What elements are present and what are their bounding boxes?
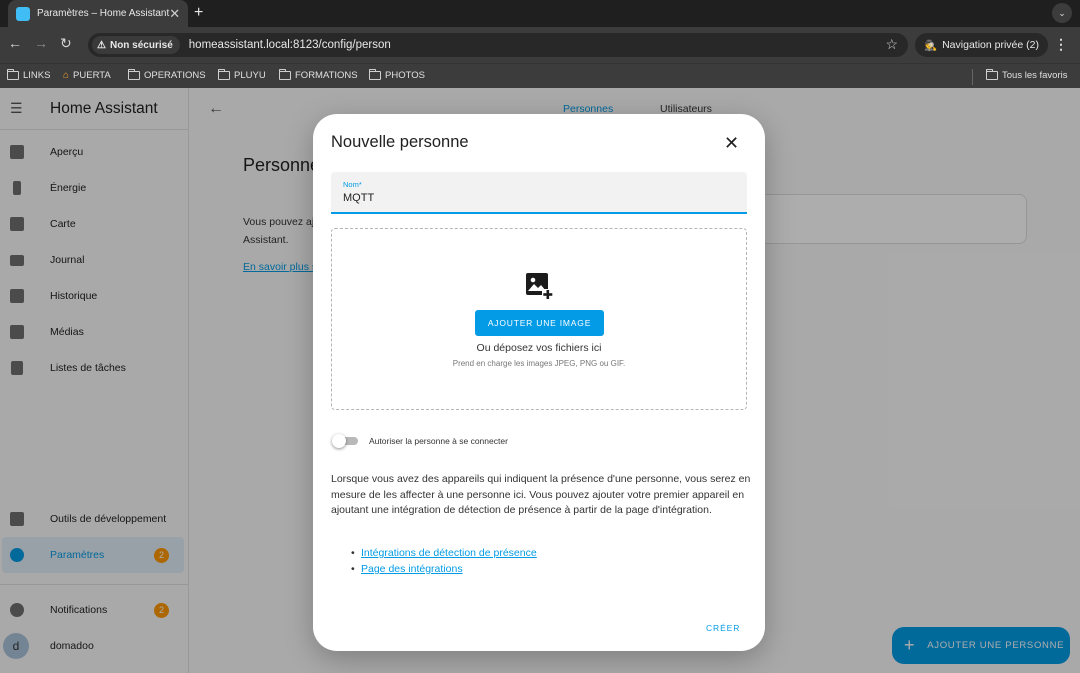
tab-title: Paramètres – Home Assistant	[37, 8, 170, 19]
new-person-dialog: Nouvelle personne ✕ Nom* MQTT AJOUTER UN…	[313, 114, 765, 651]
folder-icon	[986, 69, 998, 80]
allow-login-toggle[interactable]	[332, 434, 358, 448]
close-tab-icon[interactable]: ✕	[169, 6, 180, 22]
url-text[interactable]: homeassistant.local:8123/config/person	[189, 39, 391, 51]
bookmark-photos[interactable]: PHOTOS	[369, 69, 425, 81]
folder-icon	[279, 69, 291, 80]
browser-tab[interactable]: Paramètres – Home Assistant ✕	[8, 0, 188, 27]
browser-toolbar: ← → ↻ ⚠ Non sécurisé homeassistant.local…	[0, 27, 1080, 63]
toggle-knob	[332, 434, 346, 448]
name-field-label: Nom*	[343, 180, 362, 189]
folder-icon	[7, 69, 19, 80]
list-item: Page des intégrations	[351, 561, 537, 577]
bookmark-operations[interactable]: OPERATIONS	[128, 69, 206, 81]
security-indicator[interactable]: ⚠ Non sécurisé	[92, 36, 180, 54]
image-dropzone[interactable]: AJOUTER UNE IMAGE Ou déposez vos fichier…	[331, 228, 747, 410]
bookmark-links[interactable]: LINKS	[7, 69, 50, 81]
new-tab-icon[interactable]: +	[194, 4, 203, 22]
presence-info-text: Lorsque vous avez des appareils qui indi…	[331, 473, 751, 517]
supported-formats-text: Prend en charge les images JPEG, PNG ou …	[452, 359, 626, 368]
allow-login-label: Autoriser la personne à se connecter	[369, 436, 508, 446]
incognito-icon: 🕵	[924, 39, 938, 52]
integration-links: Intégrations de détection de présence Pa…	[351, 545, 537, 577]
presence-integrations-link[interactable]: Intégrations de détection de présence	[361, 547, 537, 559]
bookmarks-divider	[972, 69, 973, 85]
name-field-value[interactable]: MQTT	[343, 192, 374, 204]
address-bar[interactable]: ⚠ Non sécurisé homeassistant.local:8123/…	[88, 33, 908, 57]
folder-icon	[218, 69, 230, 80]
integrations-page-link[interactable]: Page des intégrations	[361, 563, 463, 575]
browser-tab-bar: Paramètres – Home Assistant ✕ + ⌄	[0, 0, 1080, 27]
folder-icon	[128, 69, 140, 80]
dialog-title: Nouvelle personne	[331, 133, 469, 151]
insecure-label: Non sécurisé	[109, 39, 173, 51]
drop-text: Ou déposez vos fichiers ici	[476, 342, 602, 354]
tab-search-icon[interactable]: ⌄	[1052, 3, 1072, 23]
bookmark-pluyu[interactable]: PLUYU	[218, 69, 266, 81]
folder-icon	[369, 69, 381, 80]
bookmark-puerta[interactable]: ⌂ PUERTA	[63, 70, 111, 81]
bookmark-star-icon[interactable]: ☆	[885, 36, 898, 53]
add-image-button[interactable]: AJOUTER UNE IMAGE	[475, 310, 604, 336]
create-button[interactable]: CRÉER	[706, 623, 740, 633]
private-label: Navigation privée (2)	[942, 39, 1039, 51]
warning-icon: ⚠	[97, 39, 106, 51]
list-item: Intégrations de détection de présence	[351, 545, 537, 561]
forward-icon[interactable]: →	[34, 35, 48, 51]
home-assistant-favicon-icon	[16, 6, 30, 21]
close-icon[interactable]: ✕	[724, 133, 739, 154]
name-field[interactable]: Nom* MQTT	[331, 172, 747, 214]
private-browsing-indicator[interactable]: 🕵 Navigation privée (2)	[915, 33, 1048, 57]
browser-menu-icon[interactable]: ⋮	[1054, 36, 1068, 53]
puerta-favicon-icon: ⌂	[63, 70, 70, 81]
reload-icon[interactable]: ↻	[60, 35, 72, 52]
add-image-icon	[526, 273, 553, 300]
back-icon[interactable]: ←	[8, 35, 22, 51]
all-bookmarks[interactable]: Tous les favoris	[986, 69, 1067, 81]
bookmark-formations[interactable]: FORMATIONS	[279, 69, 358, 81]
bookmarks-bar: LINKS ⌂ PUERTA OPERATIONS PLUYU FORMATION…	[0, 63, 1080, 88]
